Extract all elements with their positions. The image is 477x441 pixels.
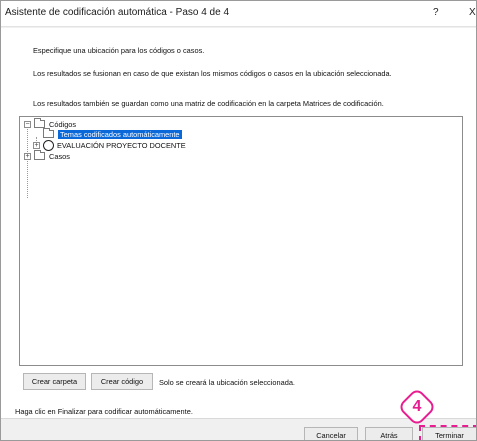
expand-icon[interactable]: + xyxy=(33,141,40,149)
dialog-title: Asistente de codificación automática - P… xyxy=(5,7,230,18)
finish-hint: Haga clic en Finalizar para codificar au… xyxy=(15,407,193,416)
tree-node-casos[interactable]: + Casos xyxy=(24,150,70,161)
expand-icon[interactable]: + xyxy=(24,152,31,160)
tree-guide-line xyxy=(27,125,28,198)
instruction-location: Especifique una ubicación para los códig… xyxy=(33,46,205,55)
back-button[interactable]: Atrás xyxy=(365,427,413,440)
selection-note: Solo se creará la ubicación seleccionada… xyxy=(159,378,295,387)
create-folder-button[interactable]: Crear carpeta xyxy=(23,373,86,390)
instruction-merge: Los resultados se fusionan en caso de qu… xyxy=(33,69,392,78)
tree-label-evaluacion: EVALUACIÓN PROYECTO DOCENTE xyxy=(57,140,186,150)
close-button[interactable]: X xyxy=(469,7,476,18)
tree-node-evaluacion[interactable]: + EVALUACIÓN PROYECTO DOCENTE xyxy=(24,139,186,151)
auto-code-wizard-dialog: Asistente de codificación automática - P… xyxy=(0,0,477,441)
location-tree[interactable]: − Códigos Temas codificados automáticame… xyxy=(19,116,463,366)
tree-node-codigos[interactable]: − Códigos xyxy=(24,118,77,129)
folder-icon xyxy=(34,118,45,128)
case-circle-icon xyxy=(43,139,54,151)
tree-label-casos: Casos xyxy=(49,151,70,161)
tree-label-temas-selected: Temas codificados automáticamente xyxy=(58,129,182,139)
title-bar: Asistente de codificación automática - P… xyxy=(1,1,476,27)
finish-highlight-box xyxy=(419,425,476,440)
create-code-button[interactable]: Crear código xyxy=(91,373,153,390)
tree-node-temas[interactable]: Temas codificados automáticamente xyxy=(43,128,182,139)
cancel-button[interactable]: Cancelar xyxy=(304,427,358,440)
folder-icon xyxy=(43,128,54,138)
tree-label-codigos: Códigos xyxy=(49,119,77,129)
step-number: 4 xyxy=(412,398,422,415)
instruction-matrix: Los resultados también se guardan como u… xyxy=(33,99,384,108)
folder-icon xyxy=(34,150,45,160)
help-button[interactable]: ? xyxy=(433,7,439,18)
collapse-icon[interactable]: − xyxy=(24,120,31,128)
